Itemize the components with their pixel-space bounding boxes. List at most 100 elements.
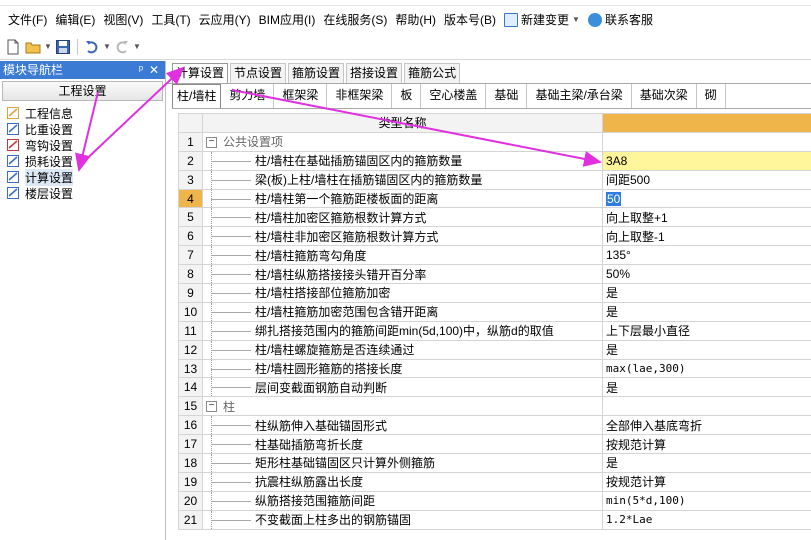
value-cell[interactable]: 是 xyxy=(602,339,811,360)
menu-view[interactable]: 视图(V) xyxy=(99,9,147,31)
table-row[interactable]: 5 柱/墙柱加密区箍筋根数计算方式 向上取整+1 xyxy=(178,207,811,228)
value-cell[interactable]: 135° xyxy=(602,245,811,266)
table-row[interactable]: 4 柱/墙柱第一个箍筋距楼板面的距离 50 xyxy=(178,188,811,209)
table-row[interactable]: 8 柱/墙柱纵筋搭接接头错开百分率 50% xyxy=(178,264,811,285)
component-tab-7[interactable]: 基础主梁/承台梁 xyxy=(527,84,632,108)
value-cell[interactable]: 是 xyxy=(602,301,811,322)
dropdown-arrow-icon: ▼ xyxy=(572,15,580,24)
value-cell[interactable]: 全部伸入基底弯折 xyxy=(602,415,811,436)
table-row[interactable]: 17 柱基础插筋弯折长度 按规范计算 xyxy=(178,434,811,455)
settings-tab-0[interactable]: 计算设置 xyxy=(172,63,229,83)
group-row[interactable]: 1− 公共设置项 xyxy=(178,131,811,152)
table-row[interactable]: 7 柱/墙柱箍筋弯勾角度 135° xyxy=(178,245,811,266)
save-button[interactable] xyxy=(54,38,72,56)
value-text: 是 xyxy=(606,380,619,395)
table-row[interactable]: 14 层间变截面钢筋自动判断 是 xyxy=(178,377,811,398)
undo-dropdown-icon[interactable]: ▼ xyxy=(103,42,111,51)
settings-tab-1[interactable]: 节点设置 xyxy=(230,63,287,83)
menu-help[interactable]: 帮助(H) xyxy=(391,9,440,31)
menu-contact-support[interactable]: 联系客服 xyxy=(584,9,657,31)
table-row[interactable]: 6 柱/墙柱非加密区箍筋根数计算方式 向上取整-1 xyxy=(178,226,811,247)
row-number: 12 xyxy=(178,339,203,360)
nav-item-calc-settings[interactable]: 计算设置 xyxy=(6,168,165,186)
value-cell[interactable]: 50% xyxy=(602,264,811,285)
component-tab-9[interactable]: 砌 xyxy=(697,84,726,108)
close-icon[interactable]: ✕ xyxy=(149,61,159,79)
redo-icon xyxy=(116,40,128,53)
value-cell[interactable]: 按规范计算 xyxy=(602,434,811,455)
pin-icon[interactable]: ᵖ xyxy=(139,61,143,79)
menu-tools[interactable]: 工具(T) xyxy=(147,9,194,31)
nav-item-weight-settings[interactable]: 比重设置 xyxy=(6,121,165,137)
redo-button[interactable] xyxy=(113,38,131,56)
table-row[interactable]: 3 梁(板)上柱/墙柱在插筋锚固区内的箍筋数量 间距500 xyxy=(178,169,811,190)
table-row[interactable]: 21 不变截面上柱多出的钢筋锚固 1.2*Lae xyxy=(178,509,811,530)
menu-new-change[interactable]: 新建变更 ▼ xyxy=(500,9,584,31)
value-cell[interactable]: 3A8 xyxy=(602,150,811,171)
row-number: 1 xyxy=(178,131,203,152)
value-cell[interactable]: 是 xyxy=(602,283,811,303)
value-cell[interactable]: 按规范计算 xyxy=(602,471,811,492)
component-tab-8[interactable]: 基础次梁 xyxy=(632,84,697,108)
table-row[interactable]: 16 柱纵筋伸入基础锚固形式 全部伸入基底弯折 xyxy=(178,415,811,436)
redo-dropdown-icon[interactable]: ▼ xyxy=(133,42,141,51)
value-cell[interactable]: 是 xyxy=(602,453,811,473)
settings-tab-4[interactable]: 箍筋公式 xyxy=(404,63,461,83)
menu-file[interactable]: 文件(F) xyxy=(4,9,51,31)
value-cell[interactable]: 向上取整-1 xyxy=(602,226,811,247)
table-row[interactable]: 11 绑扎搭接范围内的箍筋间距min(5d,100)中，纵筋d的取值 上下层最小直径 xyxy=(178,320,811,341)
save-icon xyxy=(56,39,70,54)
menu-cloud[interactable]: 云应用(Y) xyxy=(195,9,255,31)
undo-button[interactable] xyxy=(83,38,101,56)
component-tab-6[interactable]: 基础 xyxy=(486,84,528,108)
open-file-button[interactable] xyxy=(24,38,42,56)
nav-group-project-settings[interactable]: 工程设置 xyxy=(2,81,163,101)
value-cell[interactable]: min(5*d,100) xyxy=(602,490,811,511)
nav-item-floor-settings[interactable]: 楼层设置 xyxy=(6,185,165,201)
value-cell[interactable]: 是 xyxy=(602,377,811,398)
menu-bim[interactable]: BIM应用(I) xyxy=(255,9,320,31)
nav-item-project-info[interactable]: 工程信息 xyxy=(6,105,165,121)
table-row[interactable]: 19 抗震柱纵筋露出长度 按规范计算 xyxy=(178,471,811,492)
type-name-text: 柱/墙柱加密区箍筋根数计算方式 xyxy=(255,210,427,225)
component-tab-2[interactable]: 框架梁 xyxy=(274,84,328,108)
menu-version[interactable]: 版本号(B) xyxy=(440,9,500,31)
menu-edit[interactable]: 编辑(E) xyxy=(51,9,99,31)
component-tab-4[interactable]: 板 xyxy=(392,84,422,108)
value-cell[interactable]: max(lae,300) xyxy=(602,358,811,379)
menu-contact-support-label: 联系客服 xyxy=(605,13,654,27)
value-cell[interactable]: 50 xyxy=(602,188,811,209)
row-number: 4 xyxy=(178,188,203,209)
value-cell[interactable]: 间距500 xyxy=(602,169,811,190)
table-row[interactable]: 13 柱/墙柱圆形箍筋的搭接长度 max(lae,300) xyxy=(178,358,811,379)
value-cell[interactable] xyxy=(602,131,811,152)
tree-branch xyxy=(211,368,251,370)
tree-branch xyxy=(211,444,251,446)
settings-tab-2[interactable]: 箍筋设置 xyxy=(288,63,345,83)
collapse-toggle-icon[interactable]: − xyxy=(206,136,217,148)
open-dropdown-icon[interactable]: ▼ xyxy=(44,42,52,51)
table-row[interactable]: 9 柱/墙柱搭接部位箍筋加密 是 xyxy=(178,283,811,303)
table-row[interactable]: 10 柱/墙柱箍筋加密范围包含错开距离 是 xyxy=(178,301,811,322)
component-tab-0[interactable]: 柱/墙柱 xyxy=(172,84,222,108)
collapse-toggle-icon[interactable]: − xyxy=(206,401,217,413)
component-tab-3[interactable]: 非框架梁 xyxy=(327,84,393,108)
value-cell[interactable] xyxy=(602,396,811,417)
nav-item-loss-settings[interactable]: 损耗设置 xyxy=(6,153,165,169)
table-row[interactable]: 12 柱/墙柱螺旋箍筋是否连续通过 是 xyxy=(178,339,811,360)
group-row[interactable]: 15− 柱 xyxy=(178,396,811,417)
new-file-button[interactable] xyxy=(4,38,22,56)
value-cell[interactable]: 上下层最小直径 xyxy=(602,320,811,341)
tree-branch xyxy=(211,293,251,295)
menu-online-service[interactable]: 在线服务(S) xyxy=(319,9,391,31)
grid-header-value xyxy=(602,113,811,133)
component-tab-5[interactable]: 空心楼盖 xyxy=(421,84,487,108)
value-cell[interactable]: 1.2*Lae xyxy=(602,509,811,530)
settings-tab-3[interactable]: 搭接设置 xyxy=(346,63,403,83)
table-row[interactable]: 18 矩形柱基础锚固区只计算外侧箍筋 是 xyxy=(178,453,811,473)
value-cell[interactable]: 向上取整+1 xyxy=(602,207,811,228)
table-row[interactable]: 2 柱/墙柱在基础插筋锚固区内的箍筋数量 3A8 xyxy=(178,150,811,171)
component-tab-1[interactable]: 剪力墙 xyxy=(221,84,275,108)
nav-item-hook-settings[interactable]: 弯钩设置 xyxy=(6,137,165,153)
table-row[interactable]: 20 纵筋搭接范围箍筋间距 min(5*d,100) xyxy=(178,490,811,511)
